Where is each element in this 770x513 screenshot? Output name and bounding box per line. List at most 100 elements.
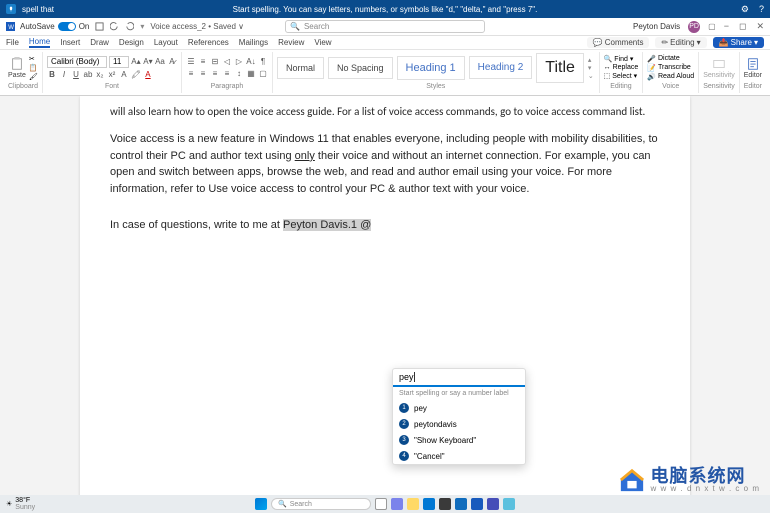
taskbar-app-word[interactable] [471,498,483,510]
font-size-select[interactable]: 11 [109,56,129,68]
tab-draw[interactable]: Draw [90,38,109,47]
replace-button[interactable]: ↔ Replace [604,64,639,71]
styles-group-label: Styles [277,83,595,93]
voice-help-icon[interactable]: ? [759,4,764,15]
window-maximize-button[interactable]: ◻ [739,21,746,32]
taskbar-app-chat[interactable] [391,498,403,510]
search-box[interactable]: 🔍 Search [285,20,485,33]
start-button[interactable] [255,498,267,510]
comments-button[interactable]: 💬 Comments [587,37,650,48]
taskbar-app-mail[interactable] [455,498,467,510]
voice-popup-hint: Start spelling or say a number label [393,387,525,400]
styles-more-icon[interactable]: ⌄ [588,72,594,80]
ribbon-options-icon[interactable]: ▢ [708,22,716,31]
weather-icon: ☀ [6,500,12,508]
tab-mailings[interactable]: Mailings [239,38,268,47]
cut-icon[interactable]: ✂ [29,55,38,63]
tab-layout[interactable]: Layout [154,38,178,47]
taskbar-app-explorer[interactable] [407,498,419,510]
transcribe-button[interactable]: 📝 Transcribe [647,64,694,72]
justify-icon[interactable]: ≡ [222,69,232,79]
window-minimize-button[interactable]: − [724,21,729,32]
window-close-button[interactable]: ✕ [756,21,764,32]
format-painter-icon[interactable]: 🖌 [29,73,38,81]
taskbar-app-edge[interactable] [423,498,435,510]
subscript-icon[interactable]: x₂ [95,70,105,80]
font-color-icon[interactable]: A [143,70,153,80]
align-left-icon[interactable]: ≡ [186,69,196,79]
dictate-button[interactable]: 🎤 Dictate [647,55,694,63]
voice-popup-item-3[interactable]: 3"Show Keyboard" [393,432,525,448]
autosave-toggle[interactable] [58,22,76,31]
redo-icon[interactable] [125,22,134,31]
task-view-icon[interactable] [375,498,387,510]
copy-icon[interactable]: 📋 [29,64,38,72]
highlight-icon[interactable]: 🖍 [131,70,141,80]
clear-formatting-icon[interactable]: A̷ [167,57,177,67]
show-marks-icon[interactable]: ¶ [258,57,268,67]
select-button[interactable]: ⬚ Select ▾ [604,72,639,80]
strikethrough-icon[interactable]: ab [83,70,93,80]
paste-button[interactable]: Paste [8,57,26,79]
sort-icon[interactable]: A↓ [246,57,256,67]
tab-review[interactable]: Review [278,38,304,47]
undo-icon[interactable] [110,22,119,31]
align-center-icon[interactable]: ≡ [198,69,208,79]
editor-button[interactable]: Editor [744,57,762,79]
sensitivity-button[interactable]: Sensitivity [703,57,735,79]
document-name[interactable]: Voice access_2 • Saved ∨ [150,22,244,31]
decrease-font-icon[interactable]: A▾ [143,57,153,67]
style-heading-2[interactable]: Heading 2 [469,56,533,79]
numbering-icon[interactable]: ≡ [198,57,208,67]
voice-popup-input[interactable]: pey [393,369,525,387]
change-case-icon[interactable]: Aa [155,57,165,67]
save-icon[interactable] [95,22,104,31]
text-effects-icon[interactable]: A [119,70,129,80]
tab-insert[interactable]: Insert [60,38,80,47]
paragraph-2: Voice access is a new feature in Windows… [110,131,660,197]
tab-view[interactable]: View [314,38,331,47]
increase-indent-icon[interactable]: ▷ [234,57,244,67]
increase-font-icon[interactable]: A▴ [131,57,141,67]
share-button[interactable]: 📤 Share ▾ [713,37,764,48]
voice-popup-item-4[interactable]: 4"Cancel" [393,448,525,464]
decrease-indent-icon[interactable]: ◁ [222,57,232,67]
style-heading-1[interactable]: Heading 1 [397,56,465,80]
editing-mode-button[interactable]: ✏ Editing ▾ [655,37,706,48]
bullets-icon[interactable]: ☰ [186,57,196,67]
font-name-select[interactable]: Calibri (Body) [47,56,107,68]
voice-popup-item-1[interactable]: 1pey [393,400,525,416]
taskbar-search[interactable]: 🔍Search [271,498,371,510]
bold-icon[interactable]: B [47,70,57,80]
tab-home[interactable]: Home [29,37,50,48]
taskbar-app-store[interactable] [439,498,451,510]
align-right-icon[interactable]: ≡ [210,69,220,79]
voice-popup-item-2[interactable]: 2peytondavis [393,416,525,432]
shading-icon[interactable]: ▦ [246,69,256,79]
document-page[interactable]: will also learn how to open the voice ac… [80,96,690,499]
line-spacing-icon[interactable]: ↕ [234,69,244,79]
tab-references[interactable]: References [188,38,229,47]
find-button[interactable]: 🔍 Find ▾ [604,55,639,63]
voice-settings-icon[interactable]: ⚙ [741,4,749,15]
style-title[interactable]: Title [536,53,584,83]
taskbar-app-notepad[interactable] [503,498,515,510]
borders-icon[interactable]: ▢ [258,69,268,79]
style-normal[interactable]: Normal [277,57,324,79]
italic-icon[interactable]: I [59,70,69,80]
user-avatar[interactable]: PD [688,21,700,33]
taskbar-app-teams[interactable] [487,498,499,510]
taskbar-weather[interactable]: ☀ 38°F Sunny [6,497,35,511]
styles-scroll-down-icon[interactable]: ▾ [588,64,594,72]
styles-scroll-up-icon[interactable]: ▴ [588,56,594,64]
underline-icon[interactable]: U [71,70,81,80]
multilevel-icon[interactable]: ⊟ [210,57,220,67]
microphone-icon[interactable] [6,4,16,14]
tab-design[interactable]: Design [119,38,144,47]
tab-file[interactable]: File [6,38,19,47]
sensitivity-group-label: Sensitivity [703,83,735,93]
read-aloud-button[interactable]: 🔊 Read Aloud [647,73,694,81]
user-name[interactable]: Peyton Davis [633,22,680,31]
superscript-icon[interactable]: x² [107,70,117,80]
style-no-spacing[interactable]: No Spacing [328,57,393,79]
